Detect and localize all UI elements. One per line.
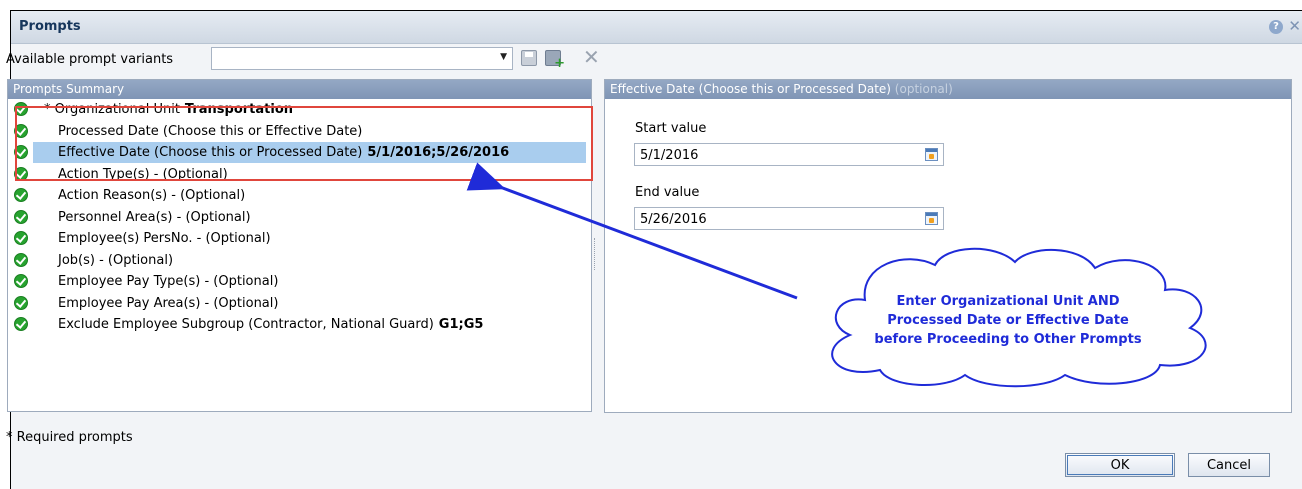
prompt-row[interactable]: Employee Pay Area(s) - (Optional) <box>8 293 591 315</box>
prompt-row-label: Personnel Area(s) - (Optional) <box>58 210 251 225</box>
checkmark-icon <box>14 166 28 181</box>
prompt-row-label: * Organizational Unit Transportation <box>44 102 293 117</box>
prompt-value-text: 5/1/2016;5/26/2016 <box>367 145 510 160</box>
start-value-input[interactable]: 5/1/2016 <box>634 143 944 166</box>
dialog-titlebar: Prompts ? ✕ <box>11 11 1302 44</box>
prompt-row[interactable]: Job(s) - (Optional) <box>8 250 591 272</box>
prompt-variant-select[interactable]: ▼ <box>211 47 513 70</box>
start-value-text: 5/1/2016 <box>640 148 699 163</box>
prompt-label-text: Action Type(s) - (Optional) <box>58 166 228 182</box>
prompt-label-text: Effective Date (Choose this or Processed… <box>58 145 363 160</box>
callout-text: Enter Organizational Unit AND Processed … <box>838 292 1178 349</box>
chevron-down-icon[interactable]: ▼ <box>500 52 507 62</box>
summary-panel-header: Prompts Summary <box>8 80 591 99</box>
variant-label: Available prompt variants <box>6 52 174 67</box>
checkmark-icon <box>14 188 28 202</box>
prompt-value-text: G1;G5 <box>438 317 484 332</box>
prompt-value-text: Transportation <box>184 102 294 117</box>
prompt-label-text: * Organizational Unit <box>44 102 180 117</box>
prompt-row-label: Action Reason(s) - (Optional) <box>58 188 245 203</box>
prompt-label-text: Action Reason(s) - (Optional) <box>58 188 246 203</box>
checkmark-icon <box>14 317 28 331</box>
end-value-text: 5/26/2016 <box>640 212 707 227</box>
prompt-label-text: Exclude Employee Subgroup (Contractor, N… <box>58 317 434 332</box>
detail-header-optional: (optional) <box>894 82 953 96</box>
prompt-row-label: Processed Date (Choose this or Effective… <box>58 124 362 139</box>
prompt-row[interactable]: Employee(s) PersNo. - (Optional) <box>8 228 591 250</box>
prompt-label-text: Employee(s) PersNo. - (Optional) <box>58 231 271 246</box>
checkmark-icon <box>14 231 28 245</box>
panel-splitter[interactable] <box>594 238 597 270</box>
checkmark-icon <box>14 252 28 267</box>
prompt-row-label: Employee Pay Type(s) - (Optional) <box>58 274 278 289</box>
save-icon[interactable] <box>521 50 537 66</box>
close-icon[interactable]: ✕ <box>1288 17 1301 35</box>
ok-button[interactable]: OK <box>1065 453 1175 477</box>
prompt-row-label: Employee(s) PersNo. - (Optional) <box>58 231 271 246</box>
prompt-label-text: Employee Pay Type(s) - (Optional) <box>58 274 279 289</box>
calendar-icon[interactable] <box>925 212 938 225</box>
checkmark-icon <box>14 102 28 116</box>
required-note: * Required prompts <box>6 430 133 445</box>
prompt-row[interactable]: Processed Date (Choose this or Effective… <box>8 121 591 143</box>
checkmark-icon <box>14 274 28 288</box>
prompt-row-label: Action Type(s) - (Optional) <box>58 167 228 182</box>
prompt-label-text: Processed Date (Choose this or Effective… <box>58 123 363 139</box>
prompt-row-label: Effective Date (Choose this or Processed… <box>58 145 509 160</box>
prompt-row[interactable]: Action Reason(s) - (Optional) <box>8 185 591 207</box>
cancel-button[interactable]: Cancel <box>1188 453 1270 477</box>
callout-line-1: Enter Organizational Unit AND <box>896 294 1120 309</box>
callout-line-3: before Proceeding to Other Prompts <box>874 332 1142 347</box>
delete-icon[interactable]: ✕ <box>583 45 600 69</box>
checkmark-icon <box>14 145 28 159</box>
dialog-title: Prompts <box>19 19 81 34</box>
prompt-row-label: Exclude Employee Subgroup (Contractor, N… <box>58 317 483 332</box>
detail-panel-header: Effective Date (Choose this or Processed… <box>605 80 1291 99</box>
checkmark-icon <box>14 123 28 138</box>
start-value-label: Start value <box>635 121 707 136</box>
prompt-row[interactable]: Action Type(s) - (Optional) <box>8 164 591 186</box>
prompt-row-label: Job(s) - (Optional) <box>58 253 173 268</box>
prompt-label-text: Personnel Area(s) - (Optional) <box>58 209 251 225</box>
save-as-icon[interactable] <box>545 50 565 71</box>
checkmark-icon <box>14 209 28 224</box>
prompt-row[interactable]: Effective Date (Choose this or Processed… <box>8 142 591 164</box>
prompt-row[interactable]: Employee Pay Type(s) - (Optional) <box>8 271 591 293</box>
checkmark-icon <box>14 295 28 310</box>
help-icon[interactable]: ? <box>1269 20 1283 34</box>
prompts-summary-panel: Prompts Summary * Organizational Unit Tra… <box>7 79 592 412</box>
detail-header-title: Effective Date (Choose this or Processed… <box>610 82 891 96</box>
summary-rows: * Organizational Unit Transportation Proce… <box>8 99 591 336</box>
prompt-label-text: Employee Pay Area(s) - (Optional) <box>58 295 279 311</box>
prompt-row-label: Employee Pay Area(s) - (Optional) <box>58 296 278 311</box>
end-value-input[interactable]: 5/26/2016 <box>634 207 944 230</box>
prompt-row[interactable]: Exclude Employee Subgroup (Contractor, N… <box>8 314 591 336</box>
prompt-row[interactable]: * Organizational Unit Transportation <box>8 99 591 121</box>
calendar-icon[interactable] <box>925 148 938 161</box>
prompt-row[interactable]: Personnel Area(s) - (Optional) <box>8 207 591 229</box>
prompt-label-text: Job(s) - (Optional) <box>58 252 174 268</box>
callout-line-2: Processed Date or Effective Date <box>887 313 1129 328</box>
end-value-label: End value <box>635 185 700 200</box>
